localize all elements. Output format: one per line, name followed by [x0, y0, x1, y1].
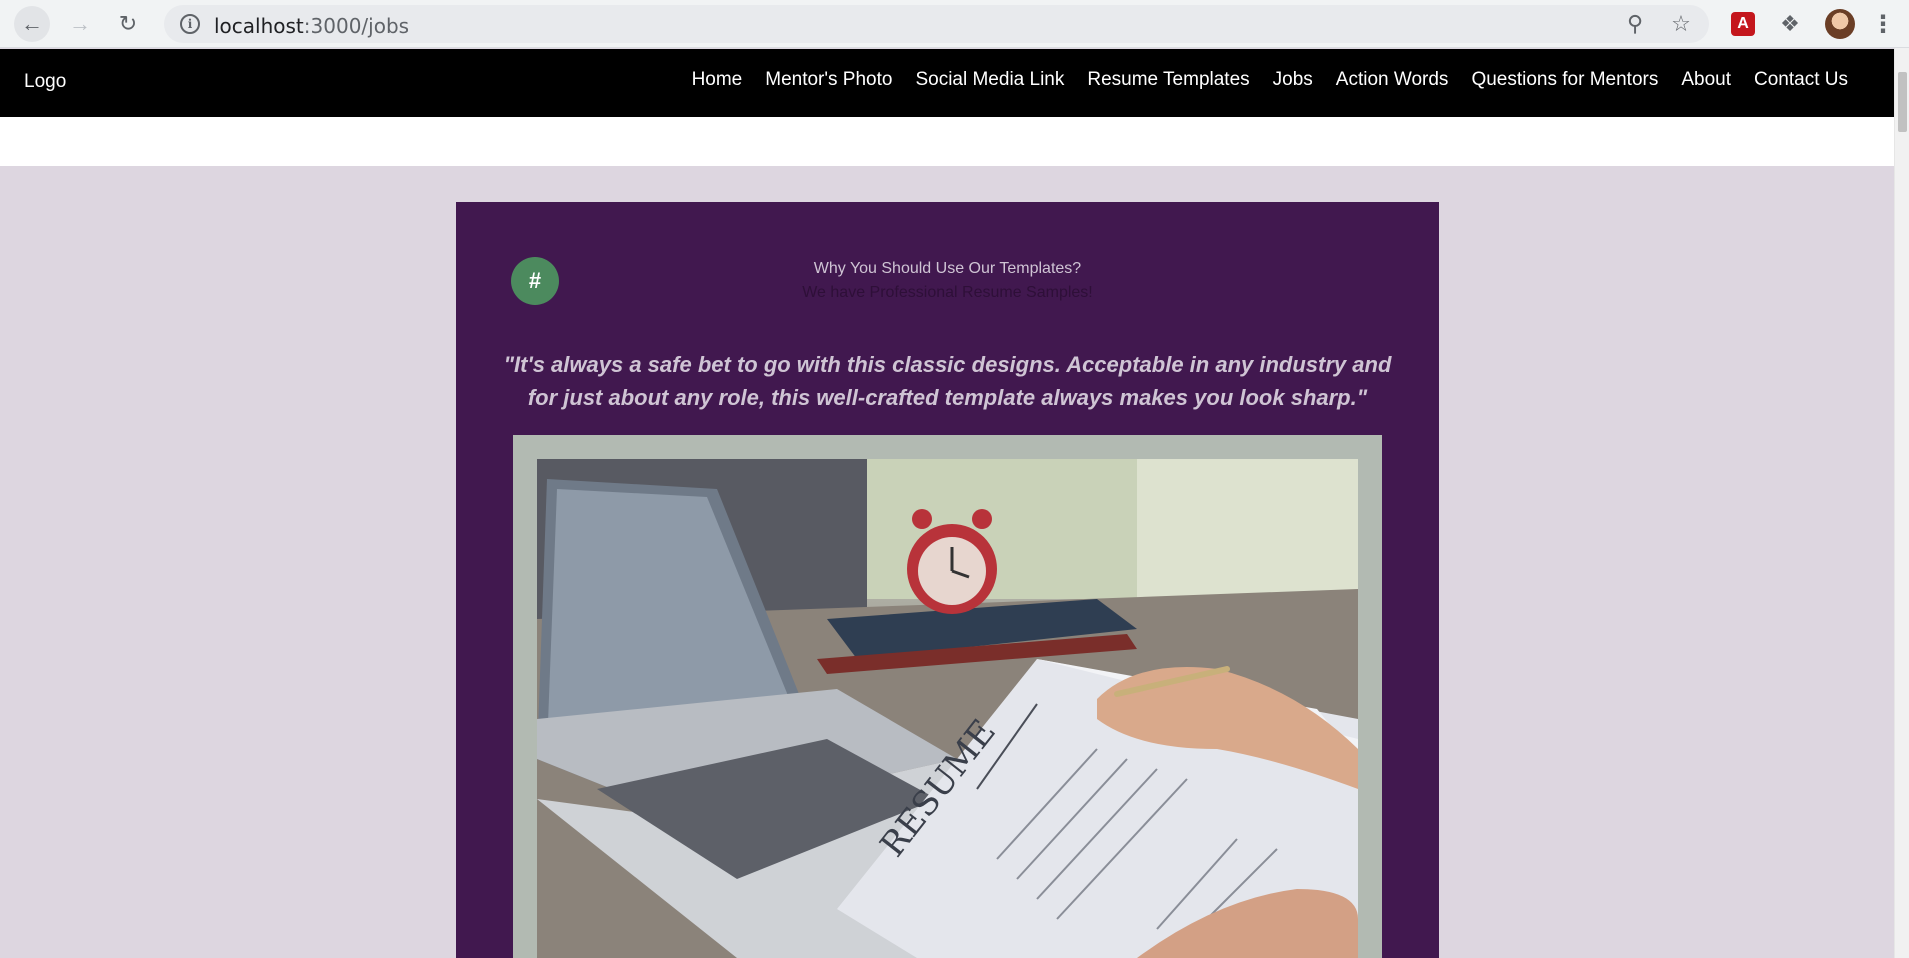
nav-link-contact-us[interactable]: Contact Us [1754, 69, 1848, 91]
pdf-extension-icon[interactable]: A [1731, 12, 1755, 36]
site-navbar: Logo Home Mentor's Photo Social Media Li… [0, 49, 1894, 117]
site-logo[interactable]: Logo [24, 71, 66, 93]
zoom-icon[interactable]: ⚲ [1620, 9, 1650, 39]
photo-frame: RESUME [513, 435, 1382, 958]
resume-photo: RESUME [537, 459, 1358, 958]
reload-icon[interactable]: ↻ [110, 6, 146, 42]
address-bar[interactable]: i localhost:3000/jobs ⚲ ☆ [164, 5, 1709, 43]
url-path: :3000/jobs [303, 14, 410, 38]
url-host: localhost [214, 14, 304, 38]
nav-link-social-media[interactable]: Social Media Link [915, 69, 1064, 91]
nav-link-home[interactable]: Home [692, 69, 743, 91]
menu-kebab-icon[interactable]: ⋮ [1871, 8, 1895, 40]
nav-links: Home Mentor's Photo Social Media Link Re… [669, 69, 1848, 91]
back-arrow-icon[interactable]: ← [14, 6, 50, 42]
header-spacer [0, 117, 1894, 166]
forward-arrow-icon[interactable]: → [62, 6, 98, 42]
info-icon[interactable]: i [180, 14, 200, 34]
resume-photo-illustration: RESUME [537, 459, 1358, 958]
card-subheading: We have Professional Resume Samples! [802, 284, 1093, 301]
pdf-extension-label: A [1737, 15, 1749, 32]
extensions-puzzle-icon[interactable]: ❖ [1774, 8, 1806, 40]
nav-link-about[interactable]: About [1681, 69, 1731, 91]
browser-toolbar: ← → ↻ i localhost:3000/jobs ⚲ ☆ A ❖ ⋮ [0, 0, 1909, 48]
profile-avatar[interactable] [1825, 9, 1855, 39]
nav-link-mentors-photo[interactable]: Mentor's Photo [765, 69, 892, 91]
card-heading: Why You Should Use Our Templates? [813, 260, 1082, 277]
bookmark-star-icon[interactable]: ☆ [1666, 9, 1696, 39]
page-scrollbar[interactable] [1894, 48, 1909, 958]
scrollbar-thumb[interactable] [1898, 72, 1907, 132]
card-quote: "It's always a safe bet to go with this … [503, 352, 1392, 410]
nav-link-action-words[interactable]: Action Words [1336, 69, 1449, 91]
nav-link-questions-for-mentors[interactable]: Questions for Mentors [1471, 69, 1658, 91]
url-text[interactable]: localhost:3000/jobs [214, 14, 409, 38]
nav-link-resume-templates[interactable]: Resume Templates [1087, 69, 1249, 91]
nav-link-jobs[interactable]: Jobs [1273, 69, 1313, 91]
template-card: # Why You Should Use Our Templates? We h… [456, 202, 1439, 958]
